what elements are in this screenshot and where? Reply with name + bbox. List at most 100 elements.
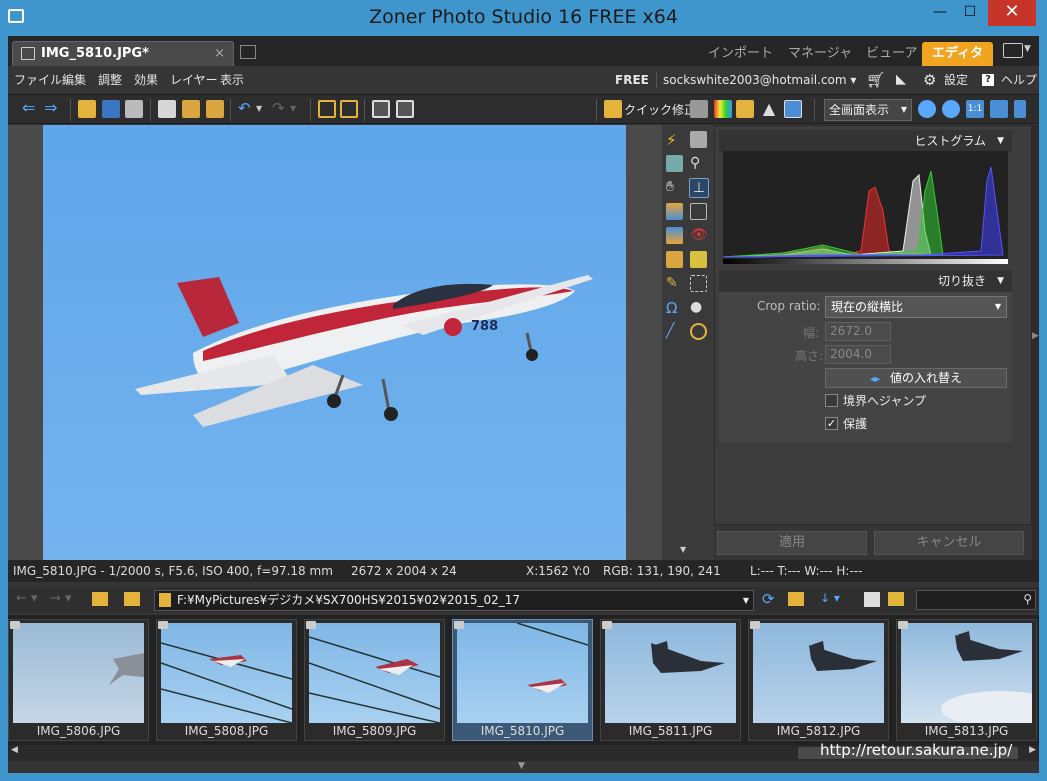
- perspective-icon[interactable]: [690, 203, 707, 220]
- menu-edit[interactable]: 編集: [62, 66, 86, 94]
- redo-icon[interactable]: ↷: [272, 100, 290, 118]
- back-icon[interactable]: ⇐: [22, 100, 40, 118]
- tab-manager[interactable]: マネージャ: [778, 42, 862, 66]
- horizon-icon[interactable]: [666, 227, 683, 244]
- snap-checkbox[interactable]: [825, 394, 838, 407]
- width-field[interactable]: 2672.0: [825, 322, 891, 341]
- photo-preview[interactable]: 788: [43, 125, 626, 560]
- quick-fix-icon[interactable]: [604, 100, 622, 118]
- thumbnail[interactable]: IMG_5809.JPG: [304, 619, 445, 741]
- keep-checkbox[interactable]: ✓: [825, 417, 838, 430]
- image-adjust-icon[interactable]: [666, 155, 683, 172]
- thumbnail[interactable]: IMG_5811.JPG: [600, 619, 741, 741]
- apply-button[interactable]: 適用: [717, 531, 867, 555]
- rotate-left-icon[interactable]: [318, 100, 336, 118]
- chevron-right-icon[interactable]: ▶: [1032, 331, 1039, 341]
- histogram-header[interactable]: ヒストグラム ▼: [719, 130, 1012, 152]
- color-icon[interactable]: [714, 100, 732, 118]
- open-folder-icon[interactable]: [78, 100, 96, 118]
- sharpen-icon[interactable]: ▲: [760, 100, 778, 118]
- cancel-button[interactable]: キャンセル: [874, 531, 1024, 555]
- monitor-icon[interactable]: [1003, 43, 1023, 58]
- help-icon[interactable]: ?: [982, 74, 994, 86]
- paste-icon[interactable]: [182, 100, 200, 118]
- help-label[interactable]: ヘルプ: [1001, 66, 1037, 94]
- sort-icon[interactable]: ↓ ▾: [820, 591, 840, 605]
- menu-file[interactable]: ファイル: [14, 66, 62, 94]
- rss-icon[interactable]: ◣: [896, 66, 906, 94]
- undo-icon[interactable]: ↶: [238, 100, 256, 118]
- layout-split-icon[interactable]: [396, 100, 414, 118]
- copy-icon[interactable]: [158, 100, 176, 118]
- document-tab[interactable]: IMG_5810.JPG* ×: [12, 41, 234, 66]
- brush-icon[interactable]: ✎: [666, 275, 683, 292]
- search-input[interactable]: ⚲: [916, 590, 1036, 610]
- thumbnail[interactable]: IMG_5808.JPG: [156, 619, 297, 741]
- redo-dropdown-icon[interactable]: ▼: [290, 100, 308, 118]
- minimize-button[interactable]: —: [925, 0, 955, 26]
- quick-fix-label[interactable]: クイック修正: [624, 101, 696, 118]
- thumbnail[interactable]: IMG_5806.JPG: [8, 619, 149, 741]
- tab-editor[interactable]: エディタ: [922, 42, 994, 66]
- crop-header[interactable]: 切り抜き ▼: [719, 270, 1012, 292]
- new-folder-icon[interactable]: [888, 592, 904, 606]
- new-tab-icon[interactable]: [240, 45, 256, 59]
- stamp-icon[interactable]: [690, 131, 707, 148]
- crop-ratio-select[interactable]: 現在の縦横比 ▼: [825, 296, 1007, 318]
- menu-layer[interactable]: レイヤー: [170, 66, 218, 94]
- snap-label[interactable]: 境界へジャンプ: [843, 392, 926, 409]
- thumbnail-selected[interactable]: IMG_5810.JPG: [452, 619, 593, 741]
- lightning-icon[interactable]: ⚡: [666, 131, 683, 149]
- menu-adjust[interactable]: 調整: [98, 66, 122, 94]
- settings-label[interactable]: 設定: [944, 66, 968, 94]
- close-button[interactable]: ✕: [988, 0, 1036, 26]
- save-icon[interactable]: [102, 100, 120, 118]
- target-icon[interactable]: [690, 323, 707, 340]
- fit-height-icon[interactable]: [1014, 100, 1026, 118]
- red-eye-icon[interactable]: 👁︎: [690, 227, 708, 244]
- gear-icon[interactable]: ⚙: [923, 66, 936, 94]
- height-field[interactable]: 2004.0: [825, 345, 891, 364]
- refresh-icon[interactable]: ⟳: [762, 590, 775, 608]
- zoom-in-icon[interactable]: [918, 100, 936, 118]
- magnifier-icon[interactable]: ⚲: [690, 155, 707, 172]
- search-icon[interactable]: ⚲: [1023, 592, 1032, 606]
- resize-icon[interactable]: [784, 100, 802, 118]
- light-icon[interactable]: [736, 100, 754, 118]
- chevron-down-icon[interactable]: ▼: [743, 591, 749, 610]
- raw-jpg-icon[interactable]: [864, 592, 880, 607]
- landscape-icon[interactable]: [666, 203, 683, 220]
- hand-icon[interactable]: ✋︎: [666, 179, 683, 196]
- close-tab-icon[interactable]: ×: [214, 42, 225, 65]
- cart-icon[interactable]: 🛒︎: [866, 66, 885, 94]
- thumbnail[interactable]: IMG_5812.JPG: [748, 619, 889, 741]
- print-icon[interactable]: [125, 100, 143, 118]
- layout-single-icon[interactable]: [372, 100, 390, 118]
- scroll-right-icon[interactable]: ▶: [1029, 745, 1036, 755]
- fit-window-icon[interactable]: [990, 100, 1008, 118]
- omega-icon[interactable]: Ω: [666, 299, 683, 317]
- rotate-right-icon[interactable]: [340, 100, 358, 118]
- panel-resize-grip[interactable]: ▼: [8, 761, 1039, 773]
- selection-icon[interactable]: [690, 275, 707, 292]
- back-icon[interactable]: ← ▾: [16, 591, 38, 606]
- parent-folder-icon[interactable]: [92, 592, 108, 606]
- clone-stamp-icon[interactable]: [666, 251, 683, 268]
- panel-collapse-strip[interactable]: ▶: [1032, 125, 1039, 560]
- forward-icon[interactable]: → ▾: [50, 591, 72, 606]
- scroll-left-icon[interactable]: ◀: [11, 745, 18, 755]
- paste-special-icon[interactable]: [206, 100, 224, 118]
- healing-icon[interactable]: [690, 251, 707, 268]
- swap-values-button[interactable]: ◂▸ 値の入れ替え: [825, 368, 1007, 388]
- menu-view[interactable]: 表示: [220, 66, 244, 94]
- chevron-down-icon[interactable]: ▼: [518, 761, 525, 771]
- thumbnail[interactable]: IMG_5813.JPG: [896, 619, 1037, 741]
- levels-icon[interactable]: [690, 100, 708, 118]
- favorite-folder-icon[interactable]: [788, 592, 804, 606]
- actual-size-icon[interactable]: 1:1: [966, 100, 984, 118]
- zoom-out-icon[interactable]: [942, 100, 960, 118]
- account-email[interactable]: sockswhite2003@hotmail.com ▾: [663, 66, 856, 94]
- scroll-down-icon[interactable]: ▼: [680, 545, 686, 554]
- keep-label[interactable]: 保護: [843, 415, 867, 432]
- image-canvas[interactable]: 788: [8, 125, 662, 560]
